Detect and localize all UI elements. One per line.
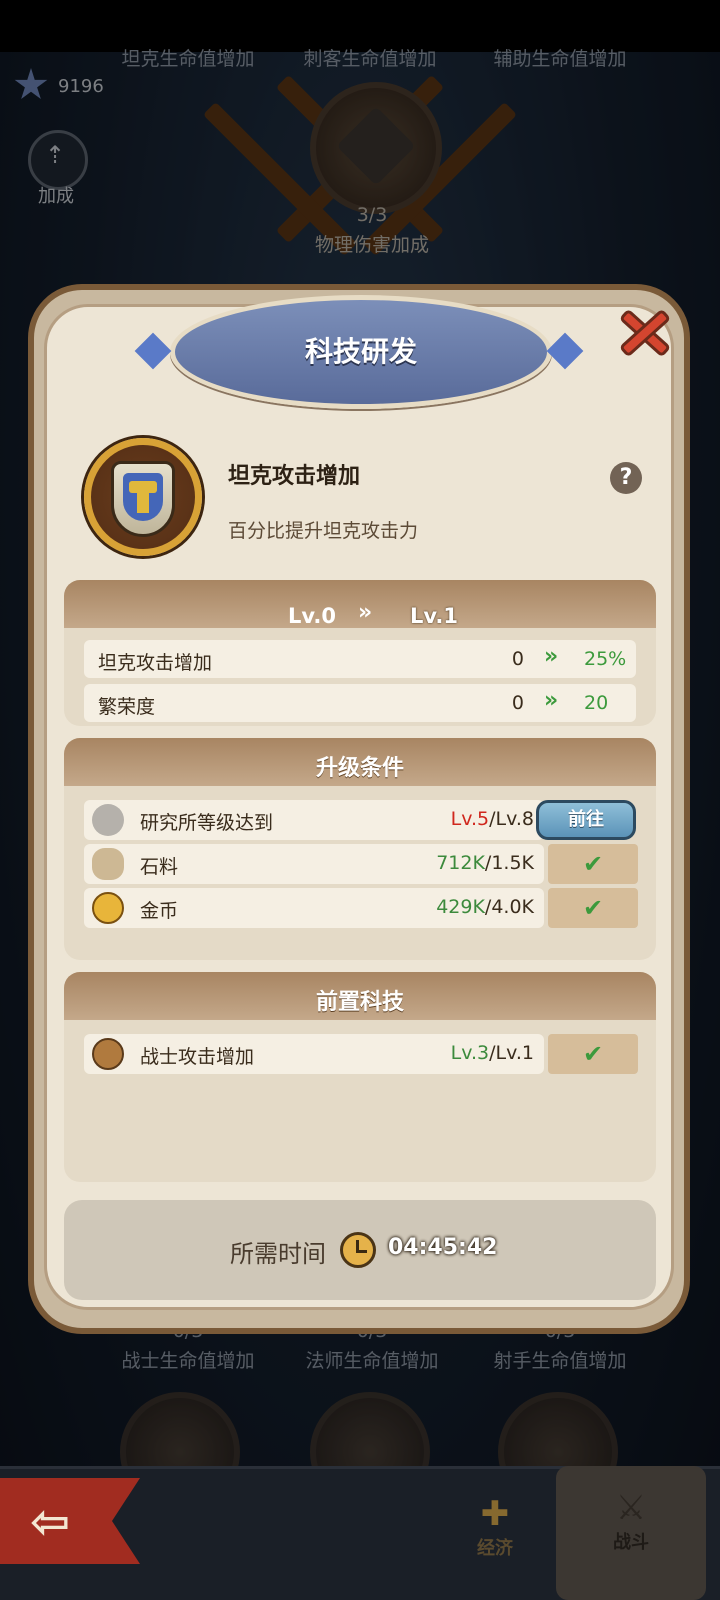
requirement-current: 712K (436, 852, 485, 874)
requirement-row: 石料 712K/1.5K (84, 844, 544, 884)
requirement-target: /Lv.8 (489, 808, 534, 830)
requirement-target: /4.0K (484, 896, 534, 918)
check-icon: ✔ (548, 888, 638, 928)
shield-icon (111, 461, 175, 537)
tab-economy[interactable]: ✚ 经济 (440, 1488, 550, 1588)
double-arrow-icon: » (358, 600, 373, 625)
back-arrow-icon: ⇦ (30, 1494, 71, 1550)
question-icon: ? (619, 465, 633, 490)
requirement-target: /1.5K (484, 852, 534, 874)
prereq-row[interactable]: 战士攻击增加 Lv.3/Lv.1 (84, 1034, 544, 1074)
stat-label: 坦克攻击增加 (98, 652, 213, 674)
stat-row: 坦克攻击增加 0 » 25% (84, 640, 636, 678)
shield-inner (123, 473, 163, 521)
stat-from: 0 (511, 692, 524, 714)
requirement-label: 研究所等级达到 (140, 812, 274, 834)
prereq-target: /Lv.1 (489, 1042, 534, 1064)
tab-economy-label: 经济 (477, 1538, 513, 1559)
stat-row: 繁荣度 0 » 20 (84, 684, 636, 722)
requirement-value: 429K/4.0K (436, 896, 534, 918)
tech-name: 坦克攻击增加 (228, 464, 361, 489)
prereq-label: 战士攻击增加 (140, 1046, 255, 1068)
requirement-row: 金币 429K/4.0K (84, 888, 544, 928)
dialog-title: 科技研发 (304, 335, 417, 368)
stat-to: 20 (584, 692, 609, 714)
requirement-label: 金币 (140, 900, 179, 922)
requirement-row: 研究所等级达到 Lv.5/Lv.8 (84, 800, 544, 840)
tech-icon (84, 438, 202, 556)
tab-battle-label: 战斗 (613, 1532, 649, 1553)
prereq-current: Lv.3 (450, 1042, 490, 1064)
stat-from: 0 (511, 648, 524, 670)
tech-description: 百分比提升坦克攻击力 (228, 520, 419, 542)
requirement-value: 712K/1.5K (436, 852, 534, 874)
level-from: Lv.0 (288, 604, 336, 628)
check-icon: ✔ (548, 844, 638, 884)
prereq-title: 前置科技 (315, 990, 404, 1015)
hammer-handle (137, 483, 149, 513)
prereq-value: Lv.3/Lv.1 (451, 1042, 534, 1064)
check-icon: ✔ (548, 1034, 638, 1074)
double-arrow-icon: » (544, 644, 559, 669)
requirement-label: 石料 (140, 856, 179, 878)
coin-icon (92, 892, 124, 924)
level-to: Lv.1 (410, 604, 458, 628)
requirement-value: Lv.5/Lv.8 (451, 808, 534, 830)
double-arrow-icon: » (544, 688, 559, 713)
stat-label: 繁荣度 (98, 696, 156, 718)
requirement-current: 429K (436, 896, 485, 918)
warrior-tech-icon (92, 1038, 124, 1070)
stone-icon (92, 848, 124, 880)
time-value: 04:45:42 (388, 1235, 498, 1260)
crossed-swords-icon: ⚔ (615, 1488, 647, 1528)
research-lab-icon (92, 804, 124, 836)
goto-button[interactable]: 前往 (536, 800, 636, 840)
time-label: 所需时间 (230, 1240, 326, 1268)
clock-icon (340, 1232, 376, 1268)
help-button[interactable]: ? (610, 462, 642, 494)
stat-to: 25% (584, 648, 627, 670)
tab-battle[interactable]: ⚔ 战斗 (556, 1466, 706, 1600)
economy-icon: ✚ (480, 1494, 510, 1534)
requirements-title: 升级条件 (315, 756, 404, 781)
requirement-current: Lv.5 (450, 808, 490, 830)
close-button[interactable] (612, 300, 676, 364)
